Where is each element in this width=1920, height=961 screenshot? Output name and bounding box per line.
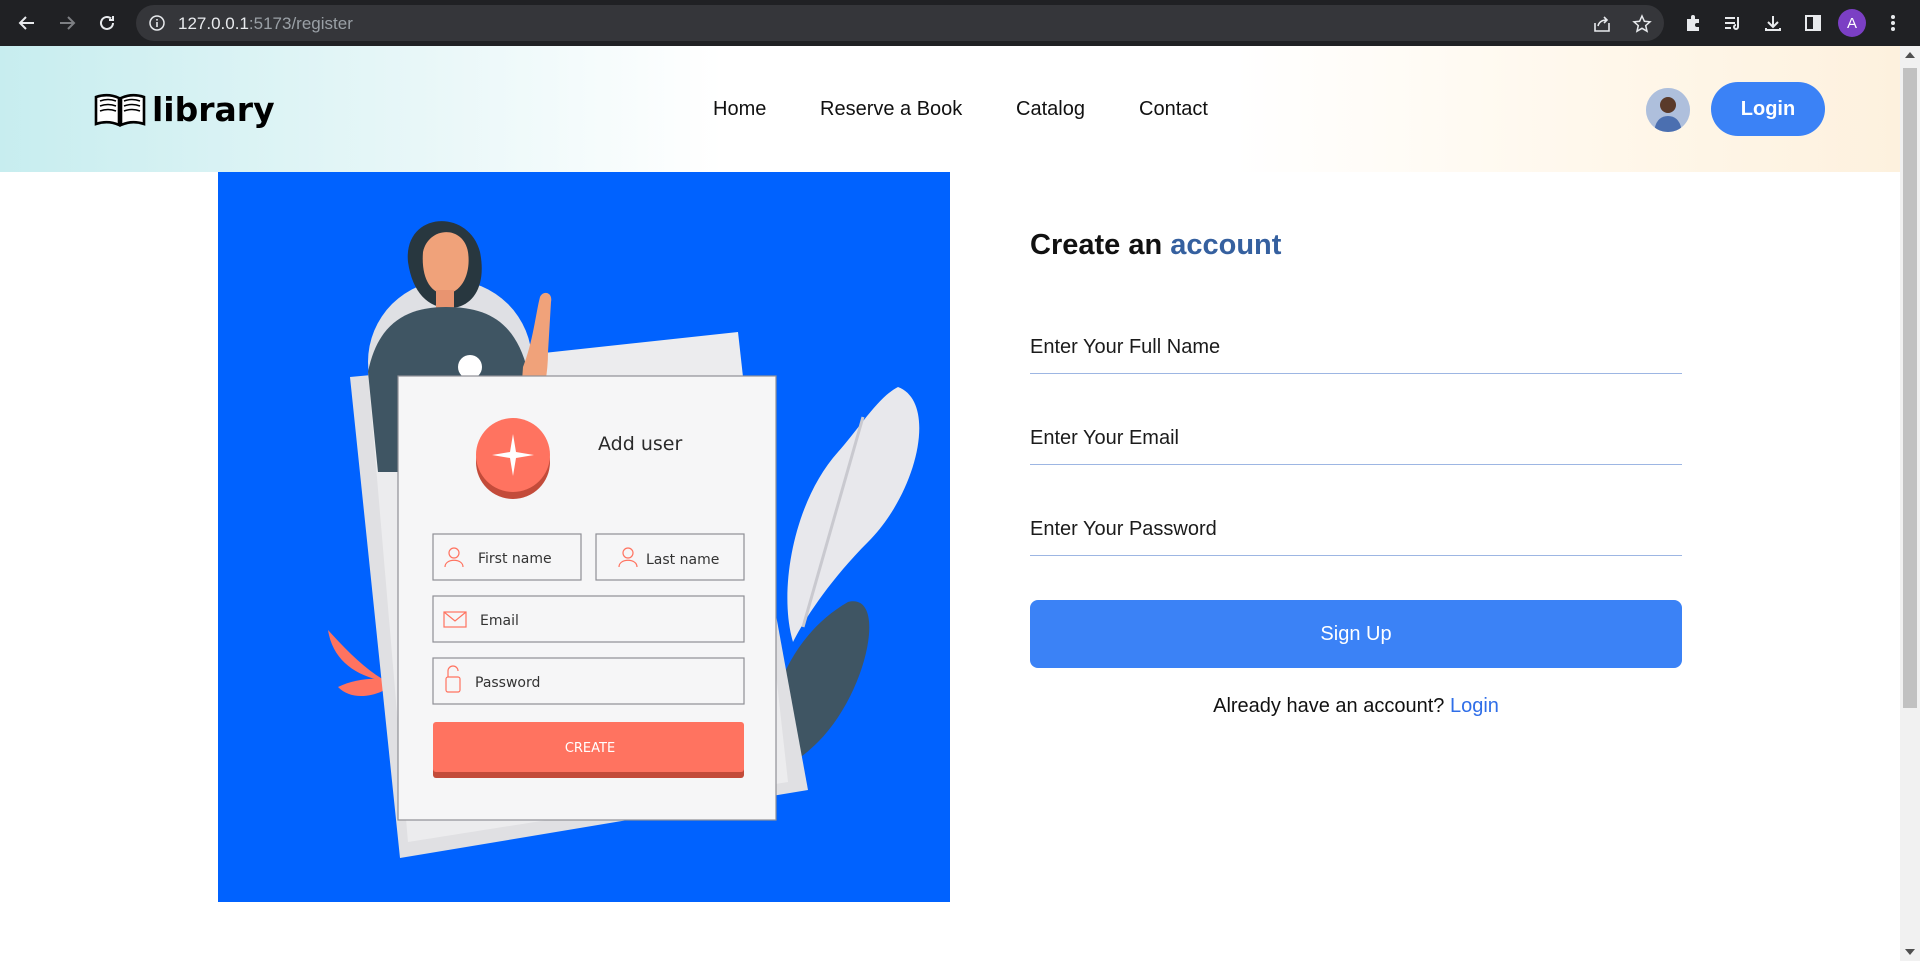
- password-input[interactable]: [1030, 504, 1682, 556]
- sign-up-button[interactable]: Sign Up: [1030, 600, 1682, 668]
- login-link[interactable]: Login: [1450, 695, 1499, 717]
- create-label: CREATE: [565, 741, 615, 756]
- register-illustration: Add user First name Last name Email Pass…: [218, 172, 950, 902]
- reload-icon[interactable]: [92, 8, 122, 38]
- first-name-label: First name: [478, 551, 552, 567]
- bookmark-star-icon[interactable]: [1632, 14, 1652, 39]
- menu-kebab-icon[interactable]: [1878, 8, 1908, 38]
- full-name-input[interactable]: [1030, 322, 1682, 374]
- title-accent: account: [1170, 229, 1282, 261]
- forward-icon[interactable]: [52, 8, 82, 38]
- add-user-illustration: Add user First name Last name Email Pass…: [328, 221, 920, 858]
- password-label: Password: [475, 675, 540, 691]
- scroll-down-arrow-icon[interactable]: [1905, 949, 1915, 955]
- url-path: :5173/register: [248, 14, 353, 33]
- back-icon[interactable]: [12, 8, 42, 38]
- email-label: Email: [480, 613, 519, 629]
- logo-text: library: [152, 90, 275, 129]
- url-text: 127.0.0.1:5173/register: [178, 14, 353, 34]
- url-host: 127.0.0.1: [178, 14, 249, 33]
- already-have-account: Already have an account? Login: [1030, 695, 1682, 718]
- last-name-label: Last name: [646, 552, 719, 568]
- media-queue-icon[interactable]: [1718, 8, 1748, 38]
- nav-home[interactable]: Home: [713, 98, 766, 121]
- nav-catalog[interactable]: Catalog: [1016, 98, 1085, 121]
- nav-contact[interactable]: Contact: [1139, 98, 1208, 121]
- user-avatar[interactable]: [1646, 88, 1690, 132]
- nav-reserve-a-book[interactable]: Reserve a Book: [820, 98, 962, 121]
- form-title: Create an account: [1030, 229, 1281, 262]
- profile-avatar[interactable]: A: [1838, 9, 1866, 37]
- site-header: library Home Reserve a Book Catalog Cont…: [0, 46, 1900, 172]
- book-icon: [94, 93, 146, 127]
- browser-toolbar: 127.0.0.1:5173/register A: [0, 0, 1920, 46]
- extensions-icon[interactable]: [1678, 8, 1708, 38]
- login-button[interactable]: Login: [1711, 82, 1825, 136]
- email-input[interactable]: [1030, 413, 1682, 465]
- download-icon[interactable]: [1758, 8, 1788, 38]
- logo[interactable]: library: [94, 90, 275, 129]
- page: library Home Reserve a Book Catalog Cont…: [0, 46, 1900, 961]
- site-info-icon[interactable]: [148, 14, 166, 37]
- scroll-up-arrow-icon[interactable]: [1905, 52, 1915, 58]
- share-icon[interactable]: [1592, 14, 1612, 39]
- already-text: Already have an account?: [1213, 695, 1445, 717]
- address-bar[interactable]: 127.0.0.1:5173/register: [136, 5, 1664, 41]
- page-scrollbar[interactable]: [1900, 46, 1920, 961]
- title-main: Create an: [1030, 229, 1163, 261]
- scrollbar-thumb[interactable]: [1903, 68, 1917, 708]
- card-title: Add user: [598, 433, 682, 455]
- side-panel-icon[interactable]: [1798, 8, 1828, 38]
